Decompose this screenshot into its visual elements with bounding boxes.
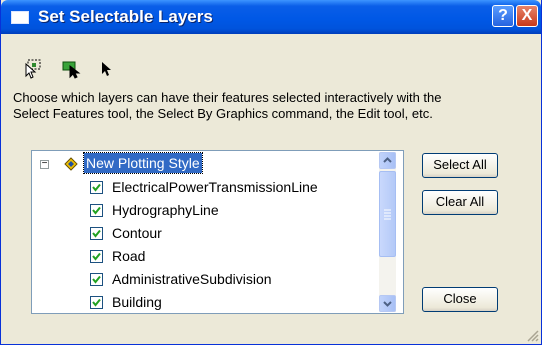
window-icon [11, 11, 29, 24]
layer-checkbox[interactable] [90, 273, 103, 286]
layer-checkbox[interactable] [90, 250, 103, 263]
close-button[interactable]: Close [422, 287, 498, 312]
layer-label: ElectricalPowerTransmissionLine [112, 179, 318, 195]
tree-root-label[interactable]: New Plotting Style [83, 152, 203, 174]
layer-label: HydrographyLine [112, 202, 219, 218]
map-layers-icon [64, 157, 78, 171]
edit-tool-icon[interactable] [98, 59, 118, 79]
vertical-scrollbar[interactable] [379, 152, 396, 312]
layer-list[interactable]: − New Plotting Style ElectricalPowerTran… [31, 150, 404, 314]
layer-checkbox[interactable] [90, 181, 103, 194]
tree-root-row[interactable]: − New Plotting Style [32, 152, 377, 174]
layer-label: AdministrativeSubdivision [112, 271, 272, 287]
title-bar[interactable]: Set Selectable Layers ? X [1, 0, 541, 34]
scroll-up-button[interactable] [379, 152, 396, 169]
resize-grip-icon[interactable] [526, 329, 539, 342]
layer-row[interactable]: AdministrativeSubdivision [32, 269, 377, 289]
select-all-button[interactable]: Select All [422, 153, 498, 178]
set-selectable-layers-dialog: Set Selectable Layers ? X Choose which l… [0, 0, 542, 345]
layer-label: Contour [112, 225, 162, 241]
layer-checkbox[interactable] [90, 296, 103, 309]
select-by-graphics-icon[interactable] [61, 59, 81, 79]
collapse-icon[interactable]: − [40, 159, 49, 169]
close-window-button[interactable]: X [516, 5, 538, 27]
layer-checkbox[interactable] [90, 204, 103, 217]
grip-icon [384, 209, 391, 220]
layer-label: Road [112, 248, 146, 264]
layer-row[interactable]: Road [32, 246, 377, 266]
layer-label: Building [112, 294, 162, 310]
layer-row[interactable]: ElectricalPowerTransmissionLine [32, 177, 377, 197]
layer-row[interactable]: Contour [32, 223, 377, 243]
layer-row[interactable]: Building [32, 292, 377, 312]
help-button[interactable]: ? [492, 5, 514, 27]
chevron-down-icon [383, 301, 392, 307]
instructions-line-2: Select Features tool, the Select By Grap… [13, 106, 433, 121]
layer-row[interactable]: HydrographyLine [32, 200, 377, 220]
chevron-up-icon [383, 157, 392, 163]
scroll-down-button[interactable] [379, 295, 396, 312]
clear-all-button[interactable]: Clear All [422, 190, 498, 215]
window-title: Set Selectable Layers [38, 7, 213, 26]
scroll-thumb[interactable] [379, 171, 396, 257]
instructions-text: Choose which layers can have their featu… [13, 90, 533, 122]
instructions-line-1: Choose which layers can have their featu… [13, 90, 442, 105]
layer-checkbox[interactable] [90, 227, 103, 240]
select-features-icon[interactable] [23, 59, 43, 79]
